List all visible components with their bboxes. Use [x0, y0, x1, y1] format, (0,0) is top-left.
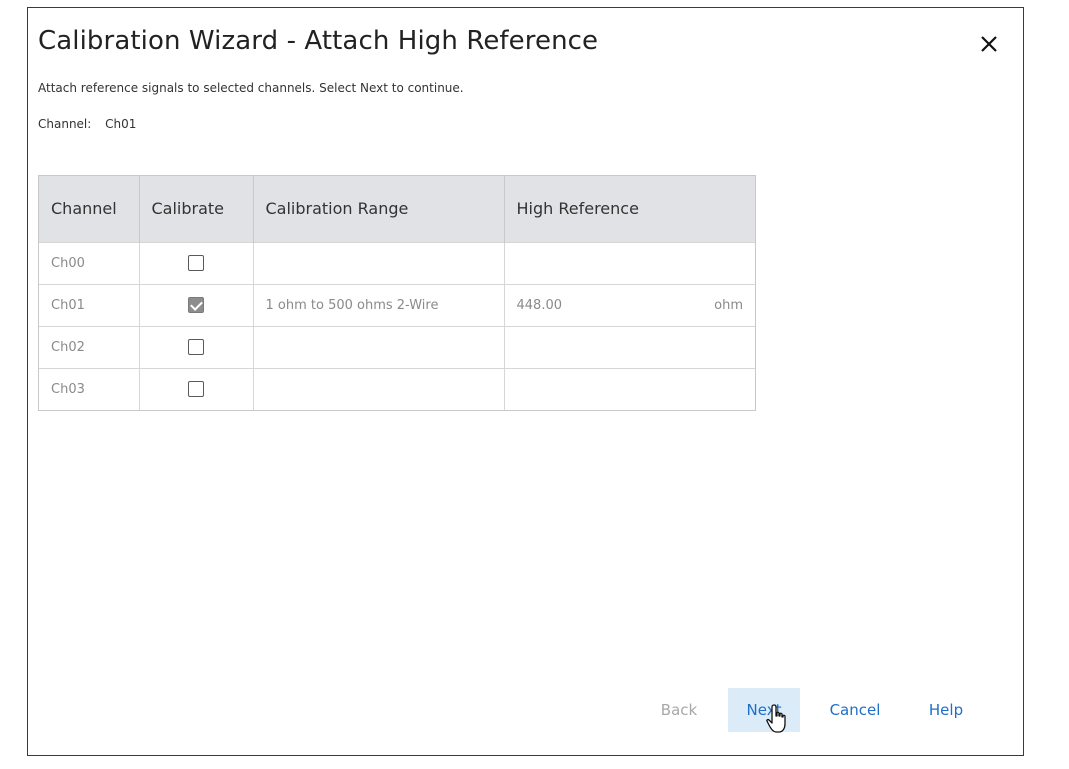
channel-value: Ch01: [105, 117, 137, 131]
calibration-table: Channel Calibrate Calibration Range High…: [38, 175, 756, 411]
high-reference-cell[interactable]: [504, 367, 755, 410]
next-button[interactable]: Next: [728, 688, 800, 732]
table-header-row: Channel Calibrate Calibration Range High…: [39, 176, 755, 242]
column-header-calibration-range[interactable]: Calibration Range: [253, 176, 505, 242]
high-reference-unit: ohm: [714, 297, 743, 313]
channel-label: Channel:: [38, 117, 92, 131]
column-header-channel[interactable]: Channel: [39, 176, 140, 242]
instruction-text: Attach reference signals to selected cha…: [38, 81, 464, 95]
calibration-range-cell: [253, 241, 505, 284]
channel-cell: Ch03: [39, 367, 140, 410]
calibrate-checkbox-ch01[interactable]: [188, 297, 204, 313]
table-row[interactable]: Ch03: [39, 367, 755, 410]
calibrate-checkbox-ch03[interactable]: [188, 381, 204, 398]
column-header-calibrate[interactable]: Calibrate: [139, 176, 254, 242]
calibration-wizard-dialog: Calibration Wizard - Attach High Referen…: [27, 7, 1024, 756]
table-row[interactable]: Ch02: [39, 325, 755, 368]
high-reference-cell[interactable]: 448.00 ohm: [504, 283, 755, 326]
column-header-high-reference[interactable]: High Reference: [504, 176, 755, 242]
back-button[interactable]: Back: [648, 688, 710, 732]
table-row[interactable]: Ch01 1 ohm to 500 ohms 2-Wire 448.00 ohm: [39, 283, 755, 326]
help-button[interactable]: Help: [918, 688, 974, 732]
high-reference-cell[interactable]: [504, 241, 755, 284]
cancel-button[interactable]: Cancel: [822, 688, 888, 732]
calibration-range-cell: [253, 367, 505, 410]
close-button[interactable]: [975, 30, 1003, 58]
channel-cell: Ch00: [39, 241, 140, 284]
high-reference-value: 448.00: [516, 297, 563, 313]
high-reference-cell[interactable]: [504, 325, 755, 368]
selected-channel-info: Channel: Ch01: [38, 117, 136, 131]
close-icon: [981, 36, 997, 52]
channel-cell: Ch01: [39, 283, 140, 326]
calibrate-checkbox-ch02[interactable]: [188, 339, 204, 355]
calibration-range-cell: 1 ohm to 500 ohms 2-Wire: [253, 283, 505, 326]
table-row[interactable]: Ch00: [39, 241, 755, 284]
dialog-title: Calibration Wizard - Attach High Referen…: [38, 26, 599, 56]
calibration-range-cell: [253, 325, 505, 368]
calibrate-checkbox-ch00[interactable]: [188, 255, 204, 271]
channel-cell: Ch02: [39, 325, 140, 368]
